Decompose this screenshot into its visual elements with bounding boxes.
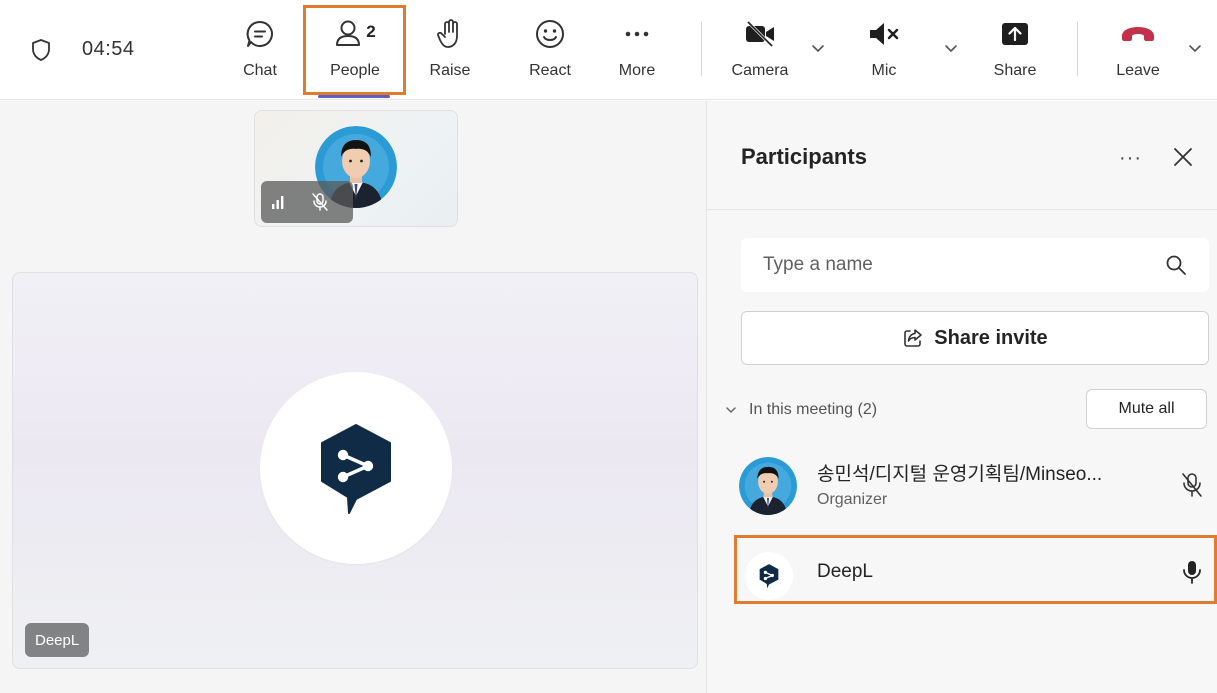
raise-hand-icon	[437, 19, 458, 48]
participant-role: Organizer	[817, 491, 888, 508]
deepl-logo-icon	[759, 564, 779, 589]
speaker-video-tile[interactable]: DeepL	[12, 272, 698, 669]
mute-all-button[interactable]: Mute all	[1086, 389, 1207, 429]
people-icon	[336, 20, 361, 46]
speaker-name-badge: DeepL	[25, 623, 90, 657]
people-count-badge: 2	[366, 22, 376, 41]
shield-icon	[32, 39, 50, 61]
more-icon	[625, 31, 649, 37]
self-status-bar	[261, 181, 353, 223]
person-photo-icon	[739, 457, 797, 515]
participant-search-input[interactable]	[741, 238, 1209, 292]
section-label: In this meeting (2)	[749, 401, 878, 418]
close-icon[interactable]	[1171, 145, 1195, 169]
mic-off-icon	[870, 23, 899, 45]
toolbar-divider	[701, 22, 702, 76]
toolbar-divider	[1077, 22, 1078, 76]
people-button[interactable]: 2 People	[320, 14, 390, 94]
camera-off-icon	[746, 21, 774, 47]
mic-on-icon[interactable]	[1181, 559, 1203, 585]
participant-row[interactable]: 송민석/디지털 운영기획팀/Minseo... Organizer	[725, 451, 1215, 517]
panel-title: Participants	[741, 144, 867, 169]
react-icon	[536, 20, 564, 48]
participant-name: 송민석/디지털 운영기획팀/Minseo...	[817, 464, 1103, 485]
camera-button[interactable]: Camera	[724, 14, 796, 94]
chevron-down-icon	[726, 407, 736, 413]
mic-options-chevron-icon[interactable]	[943, 40, 959, 56]
more-button[interactable]: More	[612, 14, 662, 94]
leave-options-chevron-icon[interactable]	[1187, 40, 1203, 56]
share-invite-icon	[904, 329, 923, 347]
share-invite-label: Share invite	[934, 326, 1048, 349]
signal-icon	[272, 196, 284, 209]
raise-label: Raise	[429, 62, 471, 79]
react-button[interactable]: React	[526, 14, 574, 94]
self-video-tile[interactable]	[254, 110, 458, 227]
speaker-avatar	[260, 372, 452, 564]
participant-row[interactable]: DeepL	[725, 538, 1215, 604]
panel-more-options-button[interactable]: ···	[1119, 147, 1142, 170]
panel-header: Participants ···	[707, 101, 1217, 210]
avatar	[739, 457, 797, 515]
mic-button[interactable]: Mic	[862, 14, 906, 94]
video-stage: DeepL	[0, 101, 706, 693]
mic-muted-icon[interactable]	[1181, 472, 1203, 498]
search-icon[interactable]	[1165, 254, 1187, 276]
deepl-logo-icon	[321, 424, 391, 514]
mic-label: Mic	[871, 62, 897, 79]
leave-label: Leave	[1116, 62, 1160, 79]
more-label: More	[618, 62, 656, 79]
share-label: Share	[993, 62, 1037, 79]
mic-muted-icon	[312, 193, 328, 211]
share-button[interactable]: Share	[990, 14, 1040, 94]
camera-options-chevron-icon[interactable]	[810, 40, 826, 56]
meeting-toolbar: 04:54 Chat 2 People Raise React More Cam…	[0, 0, 1217, 100]
avatar	[745, 552, 793, 600]
participant-name: DeepL	[817, 561, 873, 582]
chat-icon	[246, 20, 273, 47]
active-tab-indicator	[318, 95, 390, 98]
leave-icon	[1122, 27, 1154, 41]
leave-button[interactable]: Leave	[1110, 14, 1166, 94]
chat-label: Chat	[243, 62, 277, 79]
react-label: React	[529, 62, 571, 79]
share-icon	[1002, 23, 1028, 45]
people-label: People	[330, 62, 380, 79]
camera-label: Camera	[731, 62, 789, 79]
participants-panel: Participants ··· Share invite In this me…	[706, 101, 1217, 693]
raise-hand-button[interactable]: Raise	[426, 14, 474, 94]
participant-search	[741, 238, 1209, 292]
share-invite-button[interactable]: Share invite	[741, 311, 1209, 365]
in-meeting-section-toggle[interactable]: In this meeting (2)	[725, 401, 877, 419]
meeting-timer: 04:54	[82, 38, 135, 60]
chat-button[interactable]: Chat	[236, 14, 284, 94]
